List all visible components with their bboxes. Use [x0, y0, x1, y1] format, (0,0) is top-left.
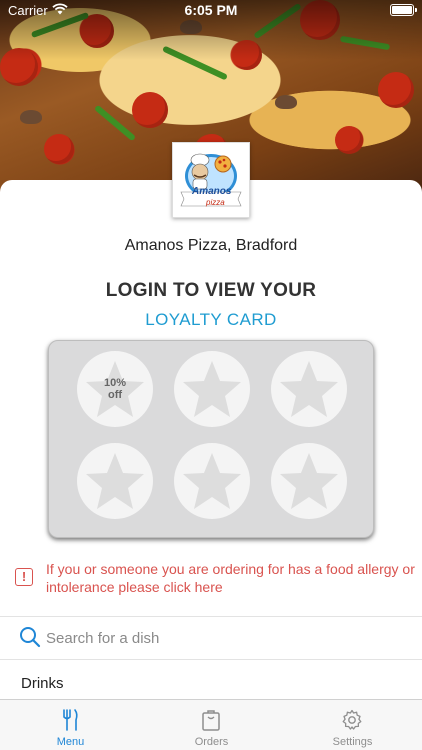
gear-icon — [340, 708, 364, 732]
loyalty-stamp — [271, 443, 347, 519]
star-icon — [183, 453, 241, 509]
star-icon — [280, 361, 338, 417]
tab-orders[interactable]: Orders — [141, 700, 282, 750]
battery-icon — [390, 4, 417, 16]
loyalty-card-link[interactable]: LOYALTY CARD — [0, 310, 422, 330]
restaurant-name: Amanos Pizza, Bradford — [124, 237, 298, 254]
tab-settings[interactable]: Settings — [282, 700, 422, 750]
fork-knife-icon — [58, 708, 82, 732]
logo-sub-text: pizza — [206, 198, 225, 207]
warning-icon: ! — [15, 568, 33, 586]
allergy-notice-text[interactable]: If you or someone you are ordering for h… — [46, 560, 416, 596]
stamp-reward-label: 10% off — [77, 377, 153, 401]
dish-search-bar[interactable] — [0, 617, 422, 659]
bag-icon — [199, 708, 223, 732]
tab-settings-label: Settings — [332, 736, 373, 748]
star-icon — [86, 453, 144, 509]
search-input[interactable] — [46, 627, 406, 649]
loyalty-login-title: LOGIN TO VIEW YOUR — [105, 280, 317, 301]
tab-menu[interactable]: Menu — [0, 700, 141, 750]
restaurant-logo: Amanos pizza — [172, 142, 250, 218]
star-icon — [183, 361, 241, 417]
loyalty-stamp — [174, 351, 250, 427]
tab-menu-label: Menu — [56, 736, 85, 748]
reward-line-1: 10% — [103, 377, 127, 389]
loyalty-stamp — [77, 443, 153, 519]
reward-line-2: off — [107, 389, 123, 401]
tab-bar: Menu Orders Settings — [0, 699, 422, 750]
search-icon — [20, 627, 41, 648]
star-icon — [280, 453, 338, 509]
tab-orders-label: Orders — [194, 736, 229, 748]
logo-brand-text: Amanos — [192, 186, 232, 197]
menu-category-drinks[interactable]: Drinks — [21, 675, 64, 692]
loyalty-stamp — [271, 351, 347, 427]
loyalty-stamp — [174, 443, 250, 519]
allergy-notice[interactable]: ! If you or someone you are ordering for… — [0, 558, 422, 602]
status-bar: Carrier 6:05 PM — [0, 0, 422, 22]
loyalty-stamp: 10% off — [77, 351, 153, 427]
clock: 6:05 PM — [184, 2, 238, 18]
loyalty-card[interactable]: 10% off — [48, 340, 374, 538]
divider — [0, 659, 422, 660]
